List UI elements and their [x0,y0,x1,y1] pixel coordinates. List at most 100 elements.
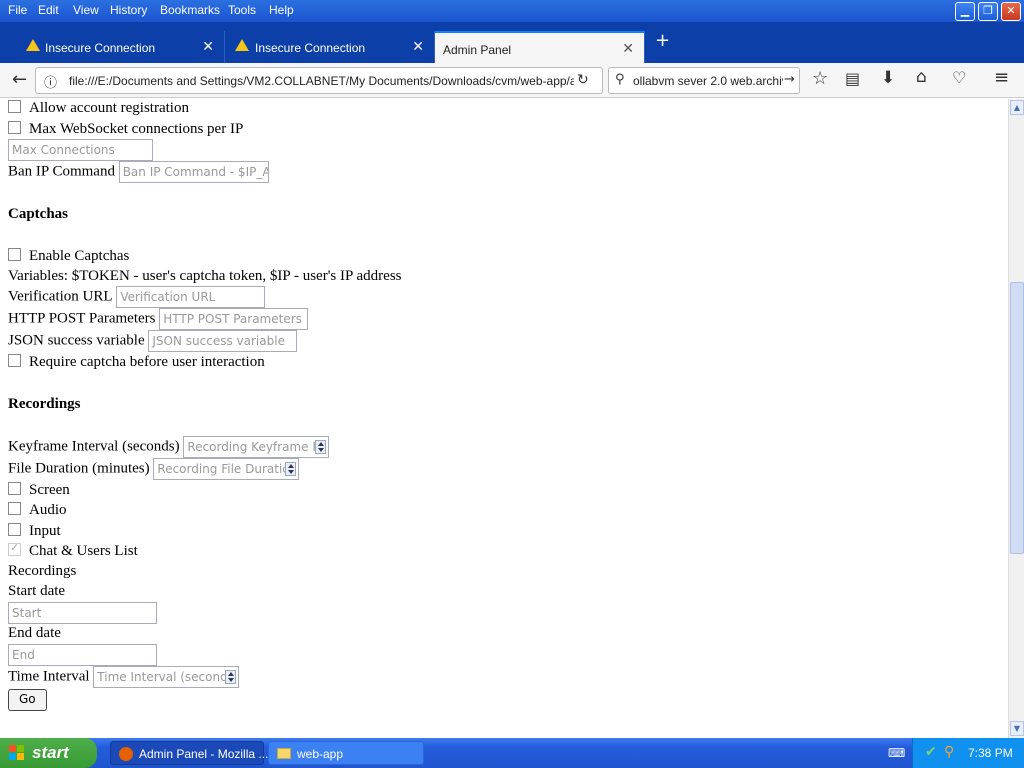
max-ws-checkbox[interactable] [8,121,21,134]
keyframe-placeholder: Recording Keyframe I [187,440,316,454]
new-tab-icon[interactable]: + [655,30,670,51]
allow-registration-row: Allow account registration [8,100,189,117]
keyboard-icon[interactable]: ⌨ [888,746,905,760]
search-icon: ⚲ [615,72,625,87]
info-icon[interactable]: ⓘ [44,72,57,91]
back-icon[interactable]: ← [12,69,27,90]
task-web-app[interactable]: web-app [268,741,424,765]
menu-help[interactable]: Help [269,3,294,17]
chat-users-label: Chat & Users List [29,543,138,559]
task-firefox[interactable]: Admin Panel - Mozilla ... [110,741,268,765]
start-date-label: Start date [8,583,66,599]
ban-ip-input[interactable]: Ban IP Command - $IP_A [118,161,269,183]
input-checkbox[interactable] [8,523,21,536]
scroll-up-icon[interactable]: ▲ [1010,100,1024,115]
keyframe-spinner-icon[interactable] [315,440,327,454]
close-window-icon[interactable]: ✕ [1001,2,1021,21]
require-captcha-label: Require captcha before user interaction [29,354,265,370]
folder-icon [277,748,291,759]
file-duration-row: File Duration (minutes) Recording File D… [8,458,300,480]
require-captcha-checkbox[interactable] [8,354,21,367]
bookmark-star-icon[interactable]: ☆ [812,68,828,89]
enable-captchas-label: Enable Captchas [29,248,130,264]
url-text: file:///E:/Documents and Settings/VM2.CO… [69,74,574,88]
menu-bookmarks[interactable]: Bookmarks [160,3,220,17]
tab-close-icon[interactable]: ✕ [412,38,424,55]
ban-ip-row: Ban IP Command Ban IP Command - $IP_A [8,161,269,183]
file-duration-spinner-icon[interactable] [285,462,297,476]
start-date-row: Start [8,602,157,624]
chat-users-row: Chat & Users List [8,541,138,560]
post-params-input[interactable]: HTTP POST Parameters [159,308,309,330]
audio-label: Audio [29,502,67,518]
tab-label: Insecure Connection [45,41,156,55]
url-bar[interactable]: ⓘ file:///E:/Documents and Settings/VM2.… [35,67,603,94]
menu-edit[interactable]: Edit [38,3,59,17]
tab-label: Admin Panel [443,43,512,57]
max-connections-input[interactable]: Max Connections [8,139,153,161]
reload-icon[interactable]: ↻ [577,72,589,88]
audio-checkbox[interactable] [8,502,21,515]
enable-captchas-checkbox[interactable] [8,248,21,261]
variables-text: Variables: $TOKEN - user's captcha token… [8,268,402,284]
keyframe-input[interactable]: Recording Keyframe I [183,436,330,458]
task-label: Admin Panel - Mozilla ... [139,747,269,761]
start-button[interactable]: start [0,738,97,768]
search-tray-icon[interactable]: ⚲ [944,744,954,760]
tab-insecure-1[interactable]: Insecure Connection ✕ [8,31,225,63]
go-row: Go [8,689,47,711]
taskbar: start Admin Panel - Mozilla ... web-app … [0,738,1024,768]
json-label: JSON success variable [8,332,145,349]
hamburger-menu-icon[interactable]: ≡ [994,67,1009,88]
firefox-icon [119,747,133,761]
network-icon[interactable]: ✔ [925,744,937,760]
clock: 7:38 PM [968,746,1013,760]
allow-registration-checkbox[interactable] [8,100,21,113]
warning-icon [26,39,40,51]
file-duration-label: File Duration (minutes) [8,460,150,477]
input-row: Input [8,523,61,540]
menu-view[interactable]: View [73,3,99,17]
time-interval-input[interactable]: Time Interval (second [93,666,240,688]
menu-history[interactable]: History [110,3,147,17]
reading-list-icon[interactable]: ▤ [845,69,860,88]
json-success-input[interactable]: JSON success variable [148,330,298,352]
menu-tools[interactable]: Tools [228,3,256,17]
json-row: JSON success variable JSON success varia… [8,330,298,352]
time-interval-placeholder: Time Interval (second [97,670,228,684]
search-bar[interactable]: ⚲ ollabvm sever 2.0 web.archive → [608,67,800,94]
input-label: Input [29,523,61,539]
tab-label: Insecure Connection [255,41,366,55]
go-button[interactable]: Go [8,689,47,711]
tab-close-icon[interactable]: ✕ [622,40,634,57]
ban-ip-label: Ban IP Command [8,163,115,180]
tab-admin-panel[interactable]: Admin Panel ✕ [435,31,645,63]
max-connections-row: Max Connections [8,139,153,161]
vertical-scrollbar[interactable]: ▲ ▼ [1008,99,1024,738]
screen-checkbox[interactable] [8,482,21,495]
restore-icon[interactable]: ❐ [978,2,998,21]
end-date-input[interactable]: End [8,644,157,666]
file-duration-placeholder: Recording File Duratic [157,462,289,476]
start-date-input[interactable]: Start [8,602,157,624]
warning-icon [235,39,249,51]
scrollbar-thumb[interactable] [1010,282,1024,554]
tab-insecure-2[interactable]: Insecure Connection ✕ [225,31,435,63]
scroll-down-icon[interactable]: ▼ [1010,721,1024,736]
tab-close-icon[interactable]: ✕ [202,38,214,55]
recordings-label: Recordings [8,563,77,579]
post-label: HTTP POST Parameters [8,310,156,327]
minimize-icon[interactable]: ▁ [955,2,975,21]
pocket-icon[interactable]: ♡ [952,68,966,87]
time-interval-spinner-icon[interactable] [225,670,237,684]
search-go-icon[interactable]: → [784,72,795,87]
verification-url-input[interactable]: Verification URL [116,286,266,308]
home-icon[interactable]: ⌂ [916,67,927,87]
enable-captchas-row: Enable Captchas [8,248,129,265]
chat-users-checkbox [8,541,21,556]
file-duration-input[interactable]: Recording File Duratic [153,458,300,480]
screen-row: Screen [8,482,70,499]
verification-label: Verification URL [8,288,113,305]
downloads-icon[interactable]: ⬇ [881,68,895,88]
menu-file[interactable]: File [8,3,27,17]
